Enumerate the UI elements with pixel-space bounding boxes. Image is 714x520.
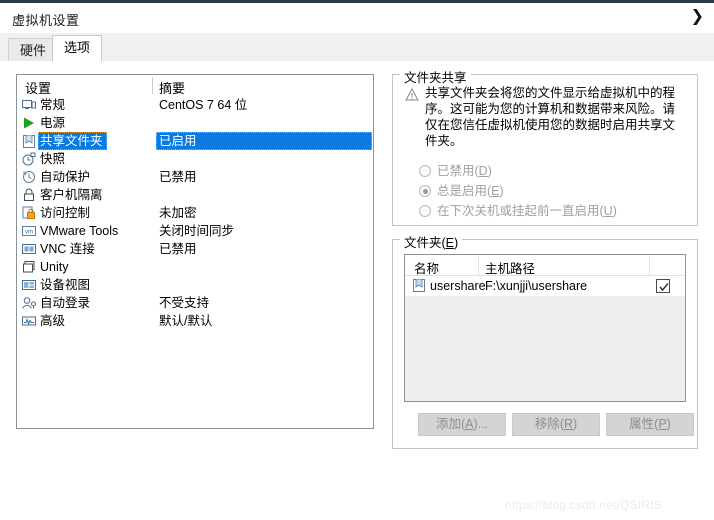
folder-sharing-group-title: 文件夹共享 xyxy=(400,67,471,86)
settings-list-item-label: 电源 xyxy=(40,116,66,130)
device-view-icon xyxy=(21,277,37,293)
advanced-icon xyxy=(21,313,37,329)
access-control-icon xyxy=(21,205,37,221)
settings-list-item[interactable]: 高级 默认/默认 xyxy=(17,312,373,330)
vnc-icon xyxy=(21,241,37,257)
chevron-right-icon[interactable]: ❯ xyxy=(691,7,704,25)
snapshot-clock-icon xyxy=(21,151,37,167)
settings-list-rows: 常规 CentOS 7 64 位电源 共享文件夹 已启用 快照 自动保护 已禁用 客户机隔离访… xyxy=(17,96,373,330)
folders-column-divider-2 xyxy=(649,256,650,275)
remove-folder-button[interactable]: 移除(R) xyxy=(512,413,600,436)
settings-list-item[interactable]: Unity xyxy=(17,258,373,276)
folder-sharing-group: 文件夹共享 共享文件夹会将您的文件显示给虚拟机中的程序。这可能为您的计算机和数据… xyxy=(392,67,698,226)
radio-always-enabled-mark xyxy=(419,185,431,197)
folders-column-path: 主机路径 xyxy=(485,262,536,276)
settings-list-item-summary: 已启用 xyxy=(156,132,372,150)
settings-list-item-label: VMware Tools xyxy=(40,224,119,238)
settings-list-item-label: 客户机隔离 xyxy=(40,188,103,202)
settings-list-item-summary: 关闭时间同步 xyxy=(159,224,235,238)
settings-list-item-label: 共享文件夹 xyxy=(38,132,107,150)
warning-icon xyxy=(405,88,419,101)
autoprotect-icon xyxy=(21,169,37,185)
vmware-tools-icon: vm xyxy=(21,223,37,239)
tabstrip: 硬件 选项 xyxy=(0,33,714,62)
settings-list-item[interactable]: vm VMware Tools 关闭时间同步 xyxy=(17,222,373,240)
settings-list-item-summary: 已禁用 xyxy=(159,170,197,184)
monitor-icon xyxy=(21,97,37,113)
settings-list-item-label: 自动登录 xyxy=(40,296,91,310)
settings-list-item-summary: 已禁用 xyxy=(159,242,197,256)
settings-list-item-label: 访问控制 xyxy=(40,206,91,220)
settings-list-item-label: 自动保护 xyxy=(40,170,91,184)
radio-until-shutdown-label: 在下次关机或挂起前一直启用(U) xyxy=(437,204,617,218)
settings-list-panel: 设置 摘要 常规 CentOS 7 64 位电源 共享文件夹 已启用 快照 自动保护 已禁用… xyxy=(16,74,374,429)
settings-list-header: 设置 摘要 xyxy=(17,75,373,96)
settings-list-item[interactable]: 访问控制 未加密 xyxy=(17,204,373,222)
watermark-text: https://blog.csdn.net/QSIRIS xyxy=(505,498,663,512)
settings-list-item-label: 快照 xyxy=(40,152,66,166)
folders-table-header: 名称 主机路径 xyxy=(405,255,685,276)
settings-list-item[interactable]: 常规 CentOS 7 64 位 xyxy=(17,96,373,114)
radio-disabled-label: 已禁用(D) xyxy=(437,164,492,178)
settings-list-item-label: 高级 xyxy=(40,314,66,328)
table-row[interactable]: usershare F:\xunjji\usershare xyxy=(405,276,685,296)
folder-sharing-warning-text: 共享文件夹会将您的文件显示给虚拟机中的程序。这可能为您的计算机和数据带来风险。请… xyxy=(425,86,676,148)
folders-table[interactable]: 名称 主机路径 usershare F:\xunjji\usershare xyxy=(404,254,686,402)
column-header-summary: 摘要 xyxy=(159,81,186,96)
folders-column-divider-1 xyxy=(478,256,479,275)
folder-properties-button[interactable]: 属性(P) xyxy=(606,413,694,436)
settings-list-item[interactable]: 共享文件夹 已启用 xyxy=(17,132,373,150)
folders-column-name: 名称 xyxy=(414,262,440,276)
window-titlebar: 虚拟机设置 ❯ xyxy=(0,3,714,33)
settings-list-item[interactable]: 设备视图 xyxy=(17,276,373,294)
folder-enabled-checkbox[interactable] xyxy=(656,279,670,293)
unity-icon xyxy=(21,259,37,275)
settings-list-item-label: Unity xyxy=(40,260,69,274)
auto-login-icon xyxy=(21,295,37,311)
settings-list-item-summary: CentOS 7 64 位 xyxy=(159,98,248,112)
tab-hardware[interactable]: 硬件 xyxy=(8,38,59,61)
column-divider xyxy=(152,77,153,94)
settings-list-item[interactable]: VNC 连接 已禁用 xyxy=(17,240,373,258)
settings-list-item-summary: 不受支持 xyxy=(159,296,210,310)
settings-list-item[interactable]: 自动登录 不受支持 xyxy=(17,294,373,312)
folders-group: 文件夹(E) 名称 主机路径 usershare F:\xunjji\users… xyxy=(392,232,698,449)
settings-list-item[interactable]: 快照 xyxy=(17,150,373,168)
radio-until-shutdown-mark xyxy=(419,205,431,217)
folder-name: usershare xyxy=(430,279,486,293)
radio-disabled-mark xyxy=(419,165,431,177)
shared-folder-icon xyxy=(21,133,37,149)
settings-list-item-summary: 默认/默认 xyxy=(159,314,213,328)
settings-list-item-label: 设备视图 xyxy=(40,278,91,292)
settings-list-item[interactable]: 电源 xyxy=(17,114,373,132)
settings-list-item[interactable]: 客户机隔离 xyxy=(17,186,373,204)
add-folder-button[interactable]: 添加(A)... xyxy=(418,413,506,436)
radio-always-enabled-label: 总是启用(E) xyxy=(437,184,504,198)
svg-text:vm: vm xyxy=(25,230,33,236)
folder-host-path: F:\xunjji\usershare xyxy=(485,279,588,293)
settings-list-item-summary: 未加密 xyxy=(159,206,197,220)
tab-options[interactable]: 选项 xyxy=(52,35,103,62)
checkmark-icon xyxy=(659,282,669,292)
settings-list-item[interactable]: 自动保护 已禁用 xyxy=(17,168,373,186)
folders-group-title: 文件夹(E) xyxy=(400,232,463,251)
power-play-icon xyxy=(21,115,37,131)
column-header-setting: 设置 xyxy=(25,81,52,96)
window-title: 虚拟机设置 xyxy=(12,13,80,28)
settings-list-item-label: 常规 xyxy=(40,98,66,112)
lock-icon xyxy=(21,187,37,203)
shared-folder-icon xyxy=(413,279,425,292)
dialog-content: 设置 摘要 常规 CentOS 7 64 位电源 共享文件夹 已启用 快照 自动保护 已禁用… xyxy=(0,61,714,520)
settings-list-item-label: VNC 连接 xyxy=(40,242,95,256)
